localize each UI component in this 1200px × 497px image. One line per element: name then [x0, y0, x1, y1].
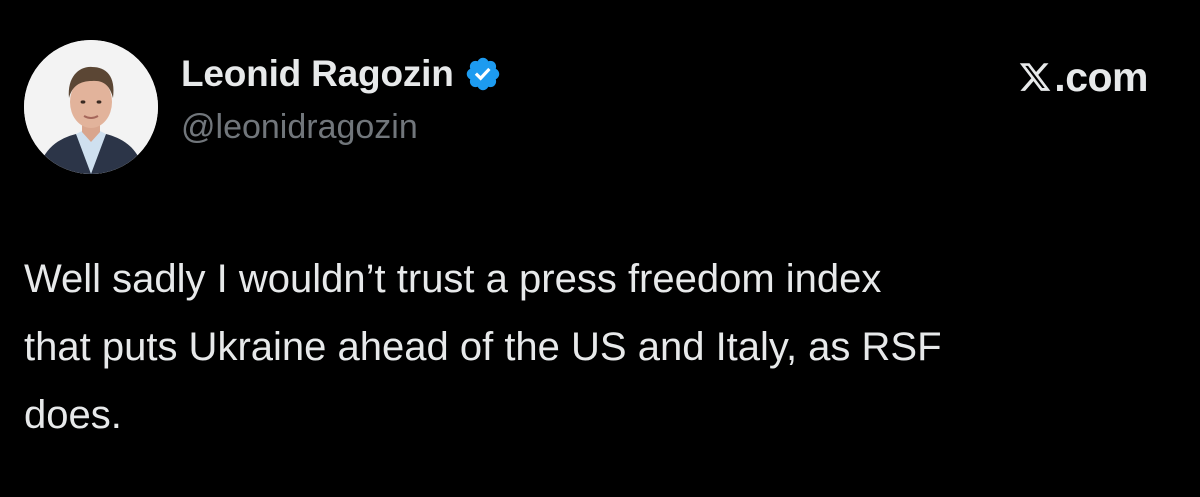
source-logo: .com — [1018, 53, 1148, 101]
avatar[interactable] — [24, 40, 158, 174]
author-name[interactable]: Leonid Ragozin — [181, 53, 454, 95]
source-domain: .com — [1054, 53, 1148, 100]
verified-badge-icon — [464, 55, 502, 93]
avatar-photo — [24, 40, 158, 174]
tweet-card: Leonid Ragozin @leonidragozin .com Well … — [0, 0, 1200, 497]
x-logo-icon — [1020, 63, 1051, 91]
tweet-text: Well sadly I wouldn’t trust a press free… — [24, 257, 942, 437]
author-name-row: Leonid Ragozin — [181, 52, 502, 96]
author-handle[interactable]: @leonidragozin — [181, 108, 418, 147]
